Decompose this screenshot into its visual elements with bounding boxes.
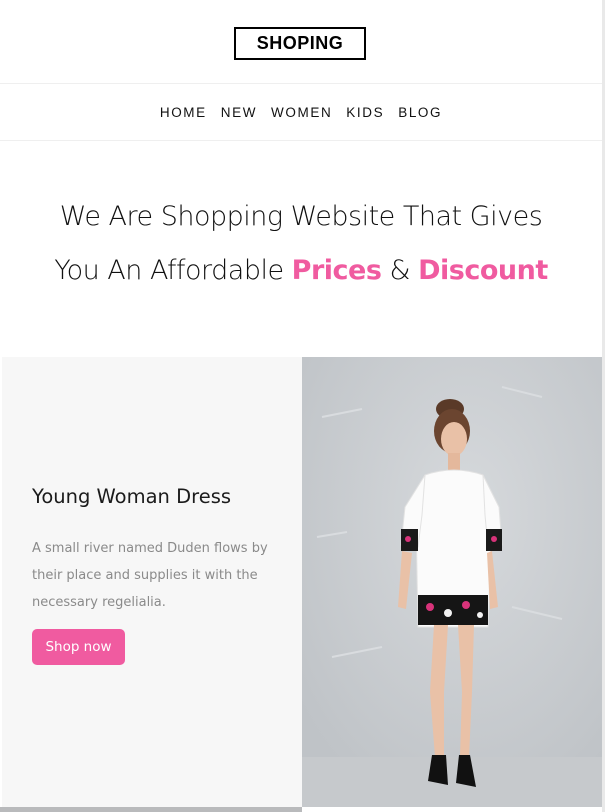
model-illustration xyxy=(302,357,602,807)
next-section-edge xyxy=(0,807,302,812)
header: SHOPING xyxy=(0,0,602,84)
site-logo[interactable]: SHOPING xyxy=(234,27,366,60)
hero-line-2: You An Affordable Prices & Discount xyxy=(0,244,602,298)
nav-item-kids[interactable]: KIDS xyxy=(346,105,384,120)
shop-now-button[interactable]: Shop now xyxy=(32,629,125,665)
product-description: A small river named Duden flows by their… xyxy=(32,541,268,610)
hero-highlight-discount: Discount xyxy=(418,255,548,286)
product-title: Young Woman Dress xyxy=(32,485,232,508)
nav-item-new[interactable]: NEW xyxy=(221,105,257,120)
main-nav: HOME NEW WOMEN KIDS BLOG xyxy=(0,84,602,141)
nav-item-women[interactable]: WOMEN xyxy=(271,105,332,120)
hero-heading: We Are Shopping Website That Gives You A… xyxy=(0,190,602,298)
hero-connector: & xyxy=(381,255,419,286)
hero-highlight-prices: Prices xyxy=(291,255,382,286)
product-image xyxy=(302,357,602,807)
product-info-panel: Young Woman Dress A small river named Du… xyxy=(2,357,302,807)
hero-line-1: We Are Shopping Website That Gives xyxy=(59,201,543,232)
nav-item-blog[interactable]: BLOG xyxy=(398,105,442,120)
hero-line-2-text: You An Affordable xyxy=(54,255,292,286)
nav-item-home[interactable]: HOME xyxy=(160,105,207,120)
